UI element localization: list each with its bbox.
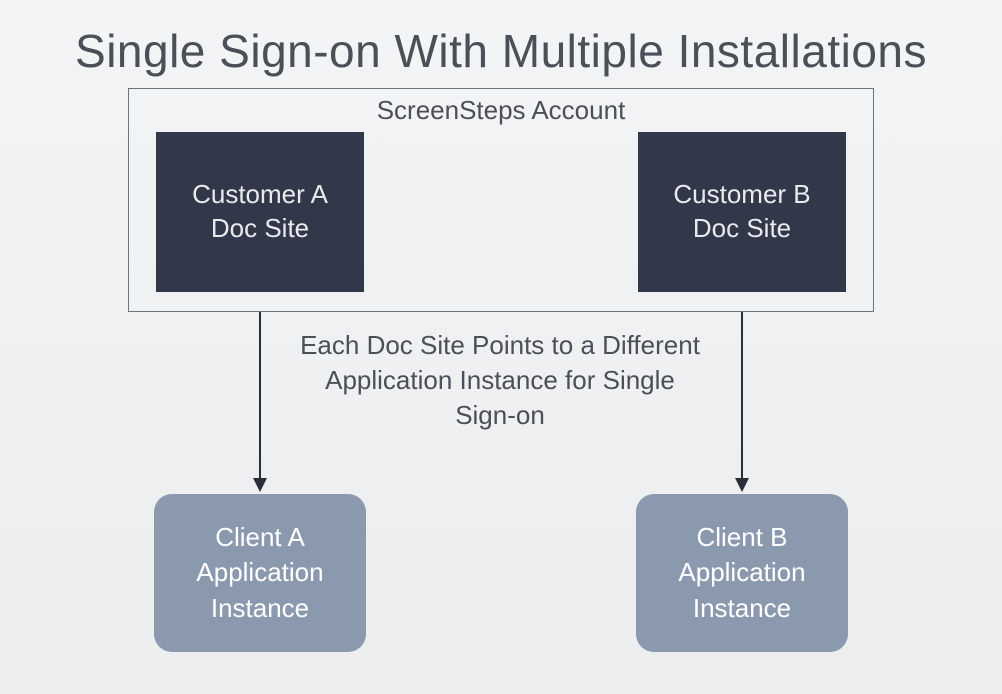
diagram-title: Single Sign-on With Multiple Installatio… [0, 0, 1002, 78]
app-instance-a-box: Client AApplicationInstance [154, 494, 366, 652]
doc-site-b-box: Customer BDoc Site [638, 132, 846, 292]
arrow-a-line [259, 312, 261, 480]
app-instance-b-box: Client BApplicationInstance [636, 494, 848, 652]
doc-site-a-label: Customer ADoc Site [192, 178, 328, 246]
account-label: ScreenSteps Account [129, 95, 873, 126]
middle-description: Each Doc Site Points to a Different Appl… [300, 328, 700, 433]
app-instance-b-label: Client BApplicationInstance [678, 520, 805, 625]
doc-site-a-box: Customer ADoc Site [156, 132, 364, 292]
arrow-b-line [741, 312, 743, 480]
arrow-b-head-icon [735, 478, 749, 492]
app-instance-a-label: Client AApplicationInstance [196, 520, 323, 625]
doc-site-b-label: Customer BDoc Site [673, 178, 810, 246]
arrow-a-head-icon [253, 478, 267, 492]
